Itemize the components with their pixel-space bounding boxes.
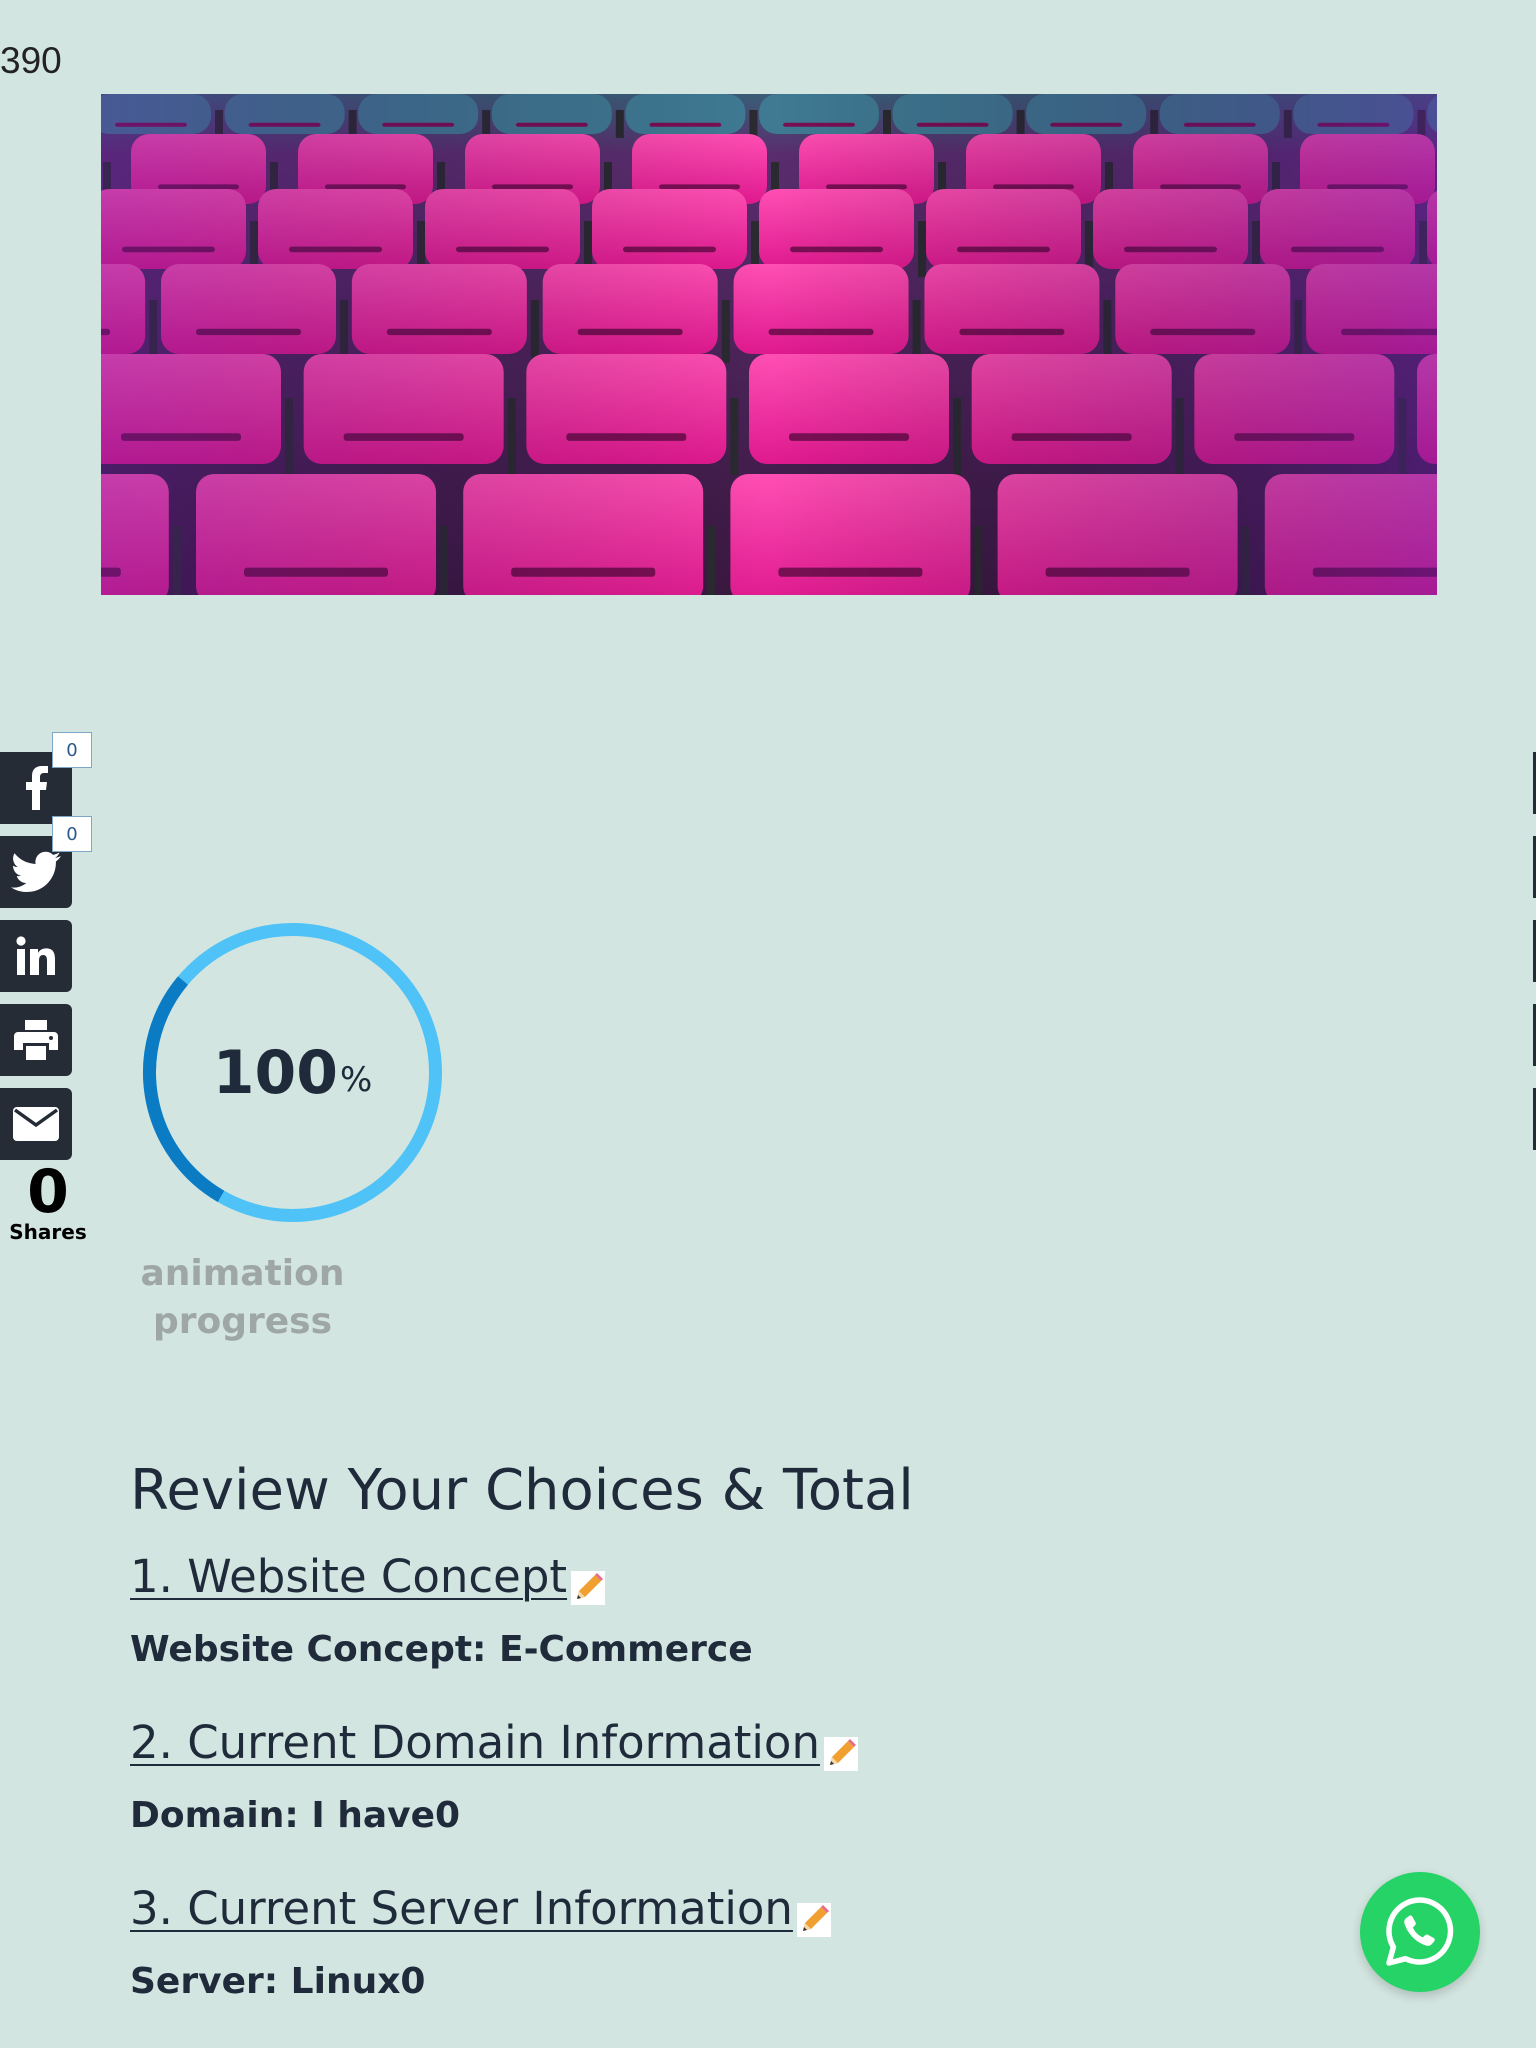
linkedin-share-button[interactable] xyxy=(0,920,72,992)
review-step: 1. Website Concept Website Concept: E-Co… xyxy=(130,1549,1330,1673)
hero-image xyxy=(101,94,1437,595)
email-icon xyxy=(13,1107,59,1141)
progress-caption: animation progress xyxy=(120,1250,365,1346)
print-button[interactable] xyxy=(0,1004,72,1076)
step-3-value: Server: Linux0 xyxy=(130,1961,426,2002)
linkedin-icon xyxy=(16,936,55,975)
step-1-value: Website Concept: E-Commerce xyxy=(130,1629,753,1670)
review-title: Review Your Choices & Total xyxy=(130,1458,914,1523)
twitter-icon xyxy=(11,851,61,892)
step-3-link[interactable]: 3. Current Server Information xyxy=(130,1881,793,1937)
review-section: Review Your Choices & Total 1. Website C… xyxy=(130,1455,1330,2005)
shares-total-label: Shares xyxy=(9,1220,87,1244)
progress-caption-line2: progress xyxy=(152,1301,333,1342)
pencil-icon[interactable] xyxy=(571,1570,606,1605)
progress-readout: 100% xyxy=(140,920,445,1225)
whatsapp-chat-button[interactable] xyxy=(1360,1872,1480,1992)
step-2-link[interactable]: 2. Current Domain Information xyxy=(130,1715,820,1771)
step-2-value: Domain: I have0 xyxy=(130,1795,461,1836)
progress-ring: 100% xyxy=(140,920,445,1225)
progress-value: 100 xyxy=(212,1037,338,1108)
email-share-button[interactable] xyxy=(0,1088,72,1160)
facebook-icon xyxy=(26,766,48,810)
progress-unit: % xyxy=(339,1059,373,1100)
review-step: 3. Current Server Information Server: Li… xyxy=(130,1881,1330,2005)
progress-caption-line1: animation xyxy=(140,1253,345,1294)
shares-total: 0 Shares xyxy=(0,1162,96,1244)
step-1-link[interactable]: 1. Website Concept xyxy=(130,1549,567,1605)
whatsapp-icon xyxy=(1386,1897,1454,1966)
review-step: 2. Current Domain Information Domain: I … xyxy=(130,1715,1330,1839)
print-icon xyxy=(14,1020,58,1060)
facebook-share-count: 0 xyxy=(52,732,92,768)
twitter-share-count: 0 xyxy=(52,816,92,852)
pencil-icon[interactable] xyxy=(823,1736,858,1771)
shares-total-count: 0 xyxy=(27,1157,69,1227)
page-counter: 390 xyxy=(0,40,62,81)
pencil-icon[interactable] xyxy=(796,1902,831,1937)
